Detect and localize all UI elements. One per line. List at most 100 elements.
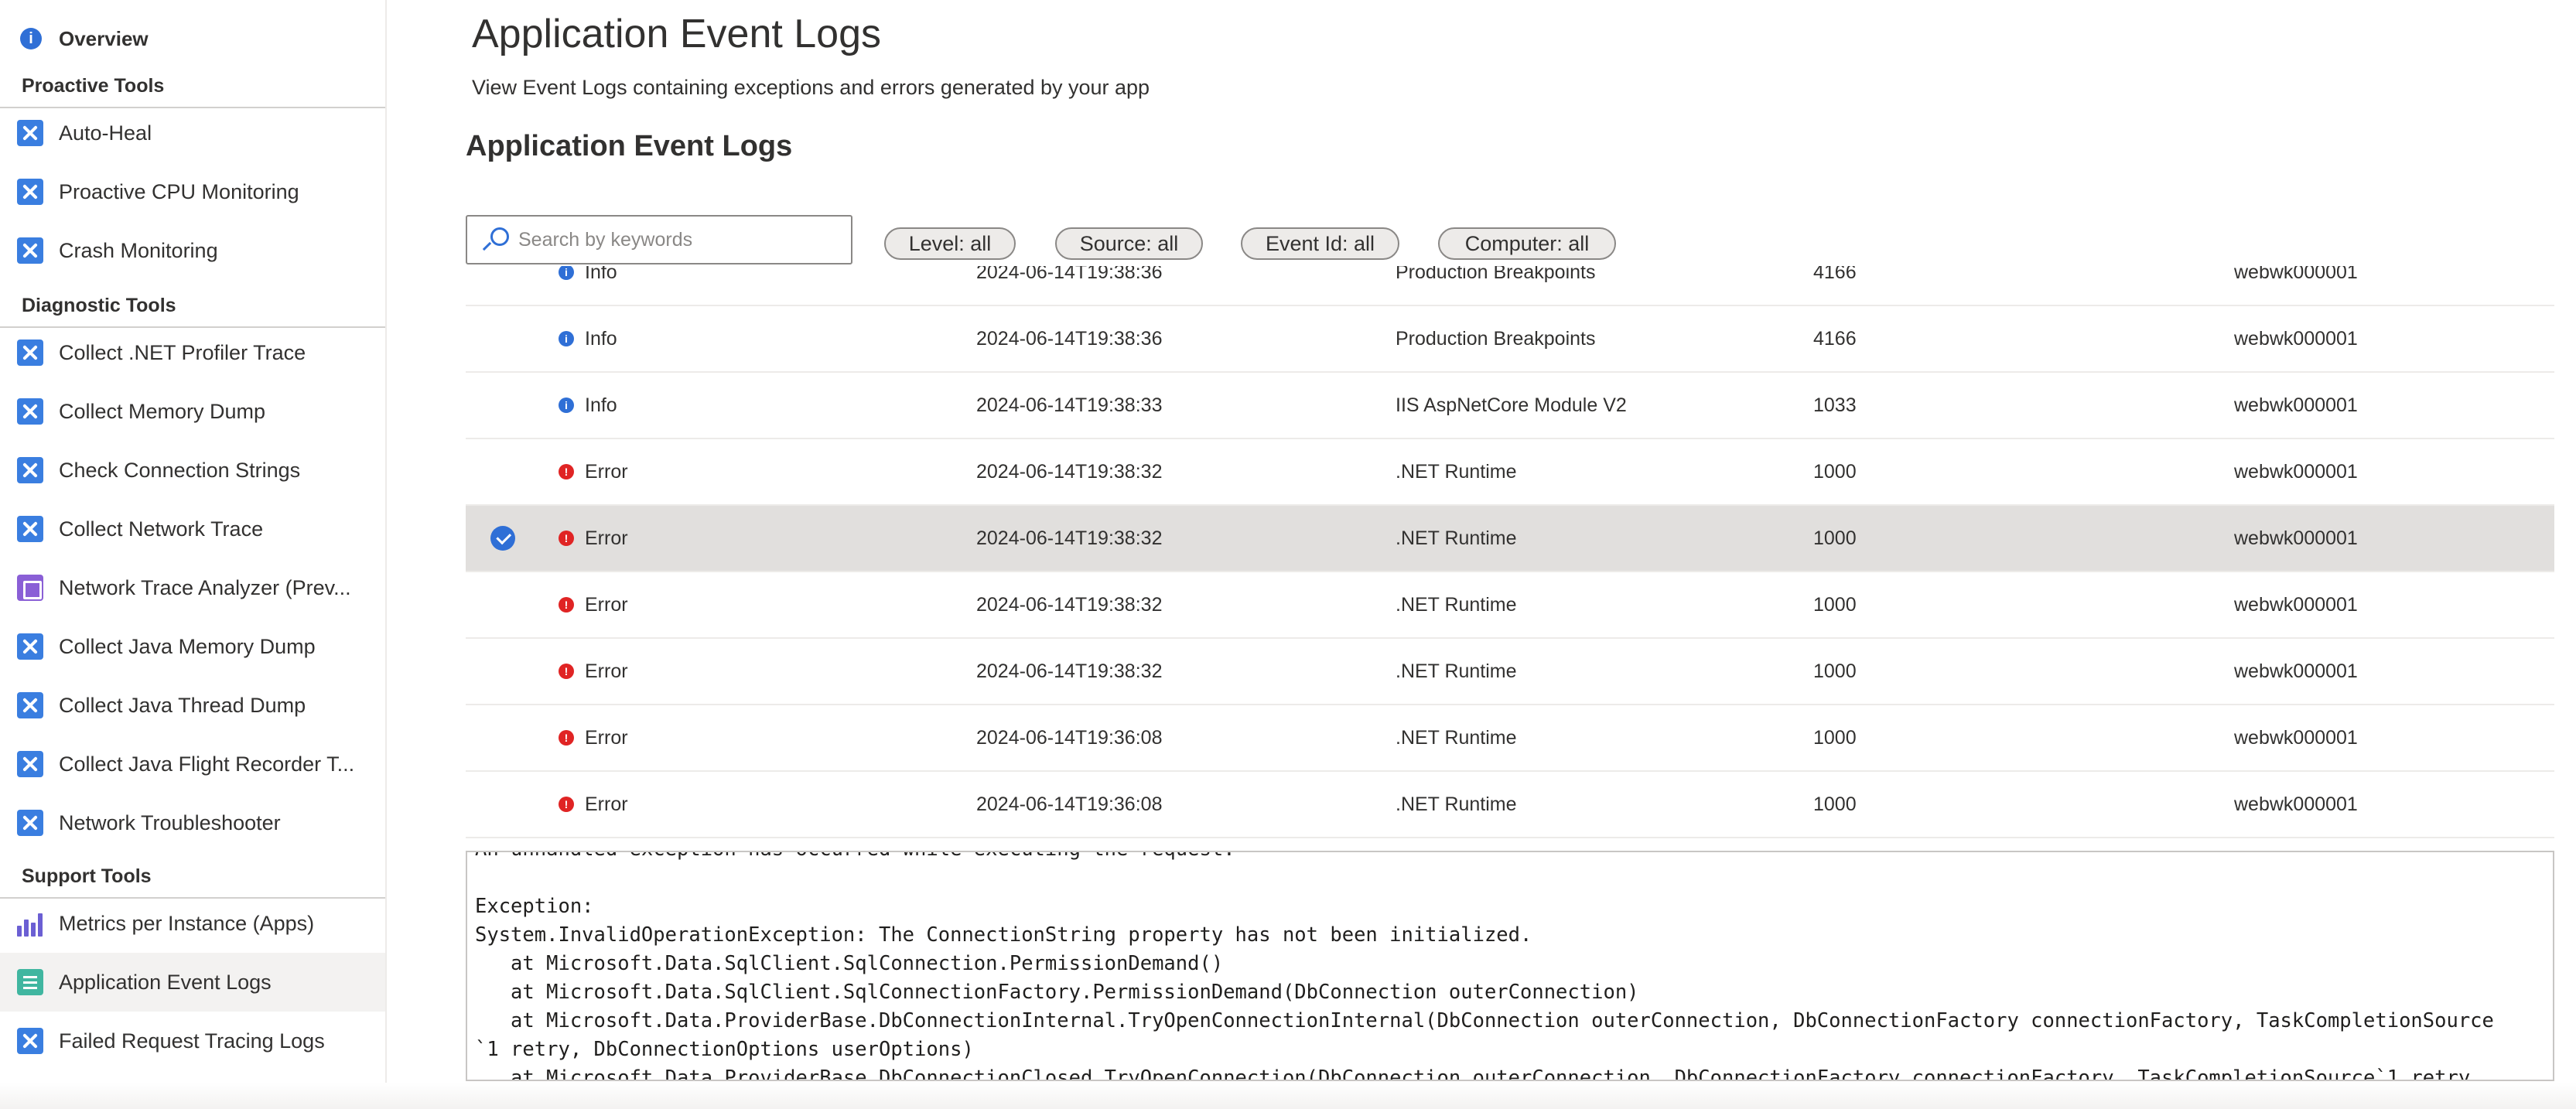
detail-line: at Microsoft.Data.ProviderBase.DbConnect… [475,1066,2482,1081]
search-box[interactable] [466,215,852,264]
sidebar-item-network-troubleshooter[interactable]: Network Troubleshooter [0,793,385,852]
error-icon: ! [559,797,574,812]
source-cell: .NET Runtime [1396,460,1517,483]
info-icon: i [559,266,574,280]
checkmark-icon[interactable] [490,526,515,551]
sidebar-item-label: Check Connection Strings [59,458,301,482]
time-cell: 2024-06-14T19:38:32 [976,593,1163,616]
event-id-cell: 1000 [1813,726,1857,749]
event-id-cell: 1000 [1813,593,1857,616]
sidebar-item-collect-net-profiler-trace[interactable]: Collect .NET Profiler Trace [0,323,385,382]
sidebar-item-application-event-logs[interactable]: Application Event Logs [0,953,385,1012]
info-icon: i [559,398,574,413]
tool-icon [17,237,43,264]
sidebar-item-auto-heal[interactable]: Auto-Heal [0,104,385,162]
table-row[interactable]: i Info 2024-06-14T19:38:33 IIS AspNetCore… [466,373,2554,439]
tool-icon [17,179,43,205]
sidebar-item-label: Network Trace Analyzer (Prev... [59,575,351,599]
detail-line: System.InvalidOperationException: The Co… [475,923,1532,947]
sidebar-item-proactive-cpu-monitoring[interactable]: Proactive CPU Monitoring [0,162,385,221]
detail-line: Exception: [475,895,594,918]
event-detail-panel[interactable]: An unhandled exception has occurred whil… [466,851,2554,1081]
info-icon: i [20,28,42,49]
tool-icon [17,751,43,777]
computer-cell: webwk000001 [2234,394,2358,416]
level-cell: Info [585,327,617,350]
search-input[interactable] [518,228,843,251]
filter-level[interactable]: Level: all [884,227,1016,260]
computer-cell: webwk000001 [2234,527,2358,549]
table-row[interactable]: i Info 2024-06-14T19:38:36 Production Bre… [466,306,2554,373]
page-subtitle: View Event Logs containing exceptions an… [472,76,1150,99]
detail-line: An unhandled exception has occurred whil… [475,852,1235,861]
detail-line: at Microsoft.Data.SqlClient.SqlConnectio… [475,952,1224,975]
metrics-chart-icon [17,910,43,937]
computer-cell: webwk000001 [2234,327,2358,350]
error-icon: ! [559,730,574,746]
table-row[interactable]: ! Error 2024-06-14T19:36:08 .NET Runtime … [466,705,2554,772]
sidebar-item-collect-network-trace[interactable]: Collect Network Trace [0,500,385,558]
source-cell: IIS AspNetCore Module V2 [1396,394,1627,416]
level-cell: Error [585,460,628,483]
error-icon: ! [559,531,574,546]
filter-source[interactable]: Source: all [1055,227,1203,260]
time-cell: 2024-06-14T19:36:08 [976,726,1163,749]
sidebar-item-failed-request-tracing-logs[interactable]: Failed Request Tracing Logs [0,1012,385,1070]
sidebar-item-label: Crash Monitoring [59,238,218,262]
source-cell: .NET Runtime [1396,793,1517,815]
bottom-shade [0,1083,2576,1109]
sidebar-item-label: Collect Memory Dump [59,399,266,423]
section-title: Application Event Logs [466,130,793,162]
tool-icon [17,516,43,542]
level-cell: Error [585,793,628,815]
time-cell: 2024-06-14T19:38:36 [976,327,1163,350]
sidebar-item-metrics-per-instance[interactable]: Metrics per Instance (Apps) [0,894,385,953]
sidebar-item-collect-memory-dump[interactable]: Collect Memory Dump [0,382,385,441]
level-cell: Info [585,394,617,416]
time-cell: 2024-06-14T19:38:36 [976,266,1163,283]
sidebar-item-overview[interactable]: i Overview [0,9,385,68]
tool-icon [17,810,43,836]
error-icon: ! [559,464,574,479]
event-log-table: i Info 2024-06-14T19:38:36 Production Bre… [466,266,2554,851]
sidebar-item-label: Auto-Heal [59,121,152,145]
table-row[interactable]: i Info 2024-06-14T19:38:36 Production Bre… [466,266,2554,306]
time-cell: 2024-06-14T19:38:32 [976,460,1163,483]
computer-cell: webwk000001 [2234,793,2358,815]
event-id-cell: 1000 [1813,660,1857,682]
network-trace-analyzer-icon [17,575,43,601]
computer-cell: webwk000001 [2234,266,2358,283]
source-cell: .NET Runtime [1396,593,1517,616]
table-row-selected[interactable]: ! Error 2024-06-14T19:38:32 .NET Runtime … [466,506,2554,572]
sidebar-item-label: Failed Request Tracing Logs [59,1029,325,1053]
info-icon: i [559,331,574,346]
sidebar-item-label: Overview [59,26,149,50]
table-row[interactable]: ! Error 2024-06-14T19:38:32 .NET Runtime … [466,639,2554,705]
tool-icon [17,340,43,366]
event-id-cell: 1000 [1813,527,1857,549]
sidebar-item-crash-monitoring[interactable]: Crash Monitoring [0,221,385,280]
sidebar-item-collect-java-flight-recorder[interactable]: Collect Java Flight Recorder T... [0,735,385,793]
source-cell: .NET Runtime [1396,726,1517,749]
table-row[interactable]: ! Error 2024-06-14T19:38:32 .NET Runtime … [466,572,2554,639]
sidebar-item-network-trace-analyzer[interactable]: Network Trace Analyzer (Prev... [0,558,385,617]
sidebar-item-collect-java-memory-dump[interactable]: Collect Java Memory Dump [0,617,385,676]
time-cell: 2024-06-14T19:36:08 [976,793,1163,815]
event-id-cell: 1000 [1813,793,1857,815]
sidebar-item-label: Collect .NET Profiler Trace [59,340,306,364]
tool-icon [17,398,43,425]
event-id-cell: 1000 [1813,460,1857,483]
filter-event-id[interactable]: Event Id: all [1241,227,1399,260]
sidebar-item-collect-java-thread-dump[interactable]: Collect Java Thread Dump [0,676,385,735]
filter-computer[interactable]: Computer: all [1438,227,1616,260]
sidebar-item-label: Collect Java Memory Dump [59,634,316,658]
tool-icon [17,457,43,483]
sidebar-item-check-connection-strings[interactable]: Check Connection Strings [0,441,385,500]
source-cell: Production Breakpoints [1396,327,1596,350]
search-icon [481,224,512,255]
table-row[interactable]: ! Error 2024-06-14T19:36:08 .NET Runtime … [466,772,2554,838]
table-row[interactable]: ! Error 2024-06-14T19:38:32 .NET Runtime … [466,439,2554,506]
detail-line: `1 retry, DbConnectionOptions userOption… [475,1038,974,1061]
level-cell: Error [585,593,628,616]
source-cell: .NET Runtime [1396,660,1517,682]
